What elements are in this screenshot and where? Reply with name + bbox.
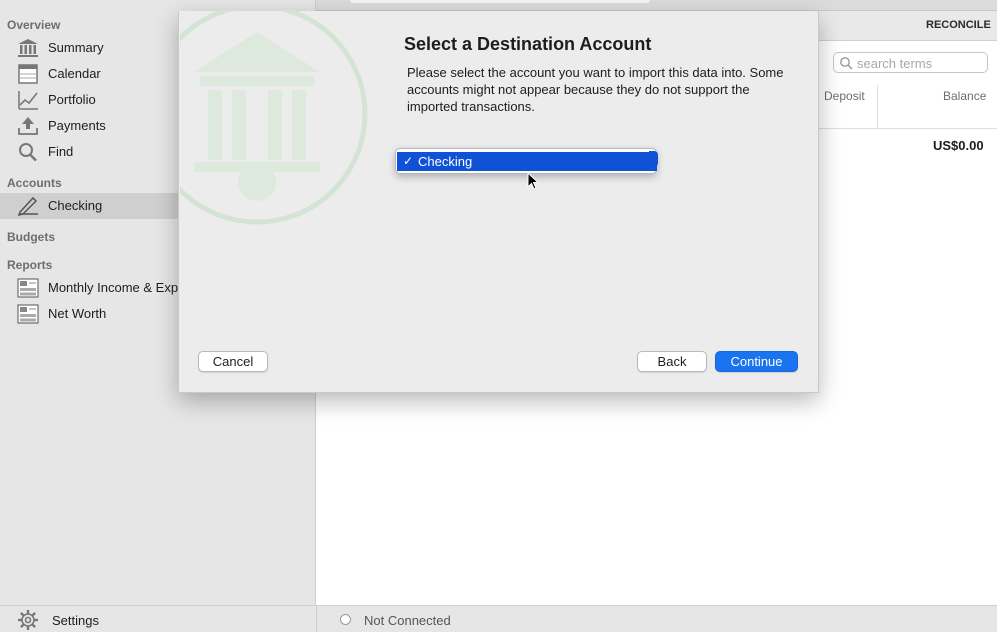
pencil-icon — [17, 196, 38, 216]
account-select-menu[interactable]: ✓ Checking — [395, 148, 657, 174]
column-divider — [877, 85, 878, 129]
connection-status-label: Not Connected — [364, 613, 451, 628]
settings-button[interactable]: Settings — [52, 613, 99, 628]
search-input[interactable] — [857, 55, 985, 71]
toolbar-pill — [350, 0, 650, 3]
magnifier-icon — [19, 143, 37, 162]
checkmark-icon: ✓ — [403, 154, 414, 168]
sidebar-item-label: Portfolio — [48, 92, 96, 107]
sidebar-item-label: Payments — [48, 118, 106, 133]
report-icon — [17, 278, 39, 298]
bank-icon — [18, 39, 38, 57]
back-button[interactable]: Back — [637, 351, 707, 372]
upload-tray-icon — [18, 117, 38, 135]
mouse-pointer-icon — [527, 172, 539, 190]
status-bar — [0, 605, 997, 632]
sidebar-item-label: Checking — [48, 198, 103, 213]
balance-value: US$0.00 — [933, 138, 984, 153]
chart-icon — [18, 91, 38, 110]
connection-status-indicator — [340, 614, 351, 625]
search-field[interactable] — [833, 52, 988, 73]
column-deposit[interactable]: Deposit — [824, 89, 865, 103]
gear-icon[interactable] — [17, 609, 39, 631]
search-icon — [840, 57, 853, 70]
column-balance[interactable]: Balance — [943, 89, 986, 103]
sidebar-item-label: Find — [48, 144, 74, 159]
dialog-description: Please select the account you want to im… — [407, 65, 784, 114]
sidebar-item-label: Calendar — [48, 66, 101, 81]
chevron-updown-icon[interactable] — [649, 151, 658, 167]
section-budgets: Budgets — [7, 230, 55, 244]
status-divider — [316, 605, 317, 632]
section-reports: Reports — [7, 258, 53, 272]
report-icon — [17, 304, 39, 324]
sidebar-item-label: Summary — [48, 40, 104, 55]
selected-account: Checking — [418, 154, 473, 169]
section-accounts: Accounts — [7, 176, 62, 190]
section-overview: Overview — [7, 18, 61, 32]
menu-item-checking[interactable]: ✓ Checking — [397, 152, 657, 171]
sidebar-item-label: Net Worth — [48, 306, 107, 321]
bank-logo-watermark-icon — [180, 10, 368, 225]
cancel-button[interactable]: Cancel — [198, 351, 268, 372]
continue-button[interactable]: Continue — [715, 351, 798, 372]
reconcile-button[interactable]: RECONCILE — [926, 19, 991, 31]
calendar-icon — [18, 64, 38, 84]
dialog-title: Select a Destination Account — [404, 34, 652, 54]
